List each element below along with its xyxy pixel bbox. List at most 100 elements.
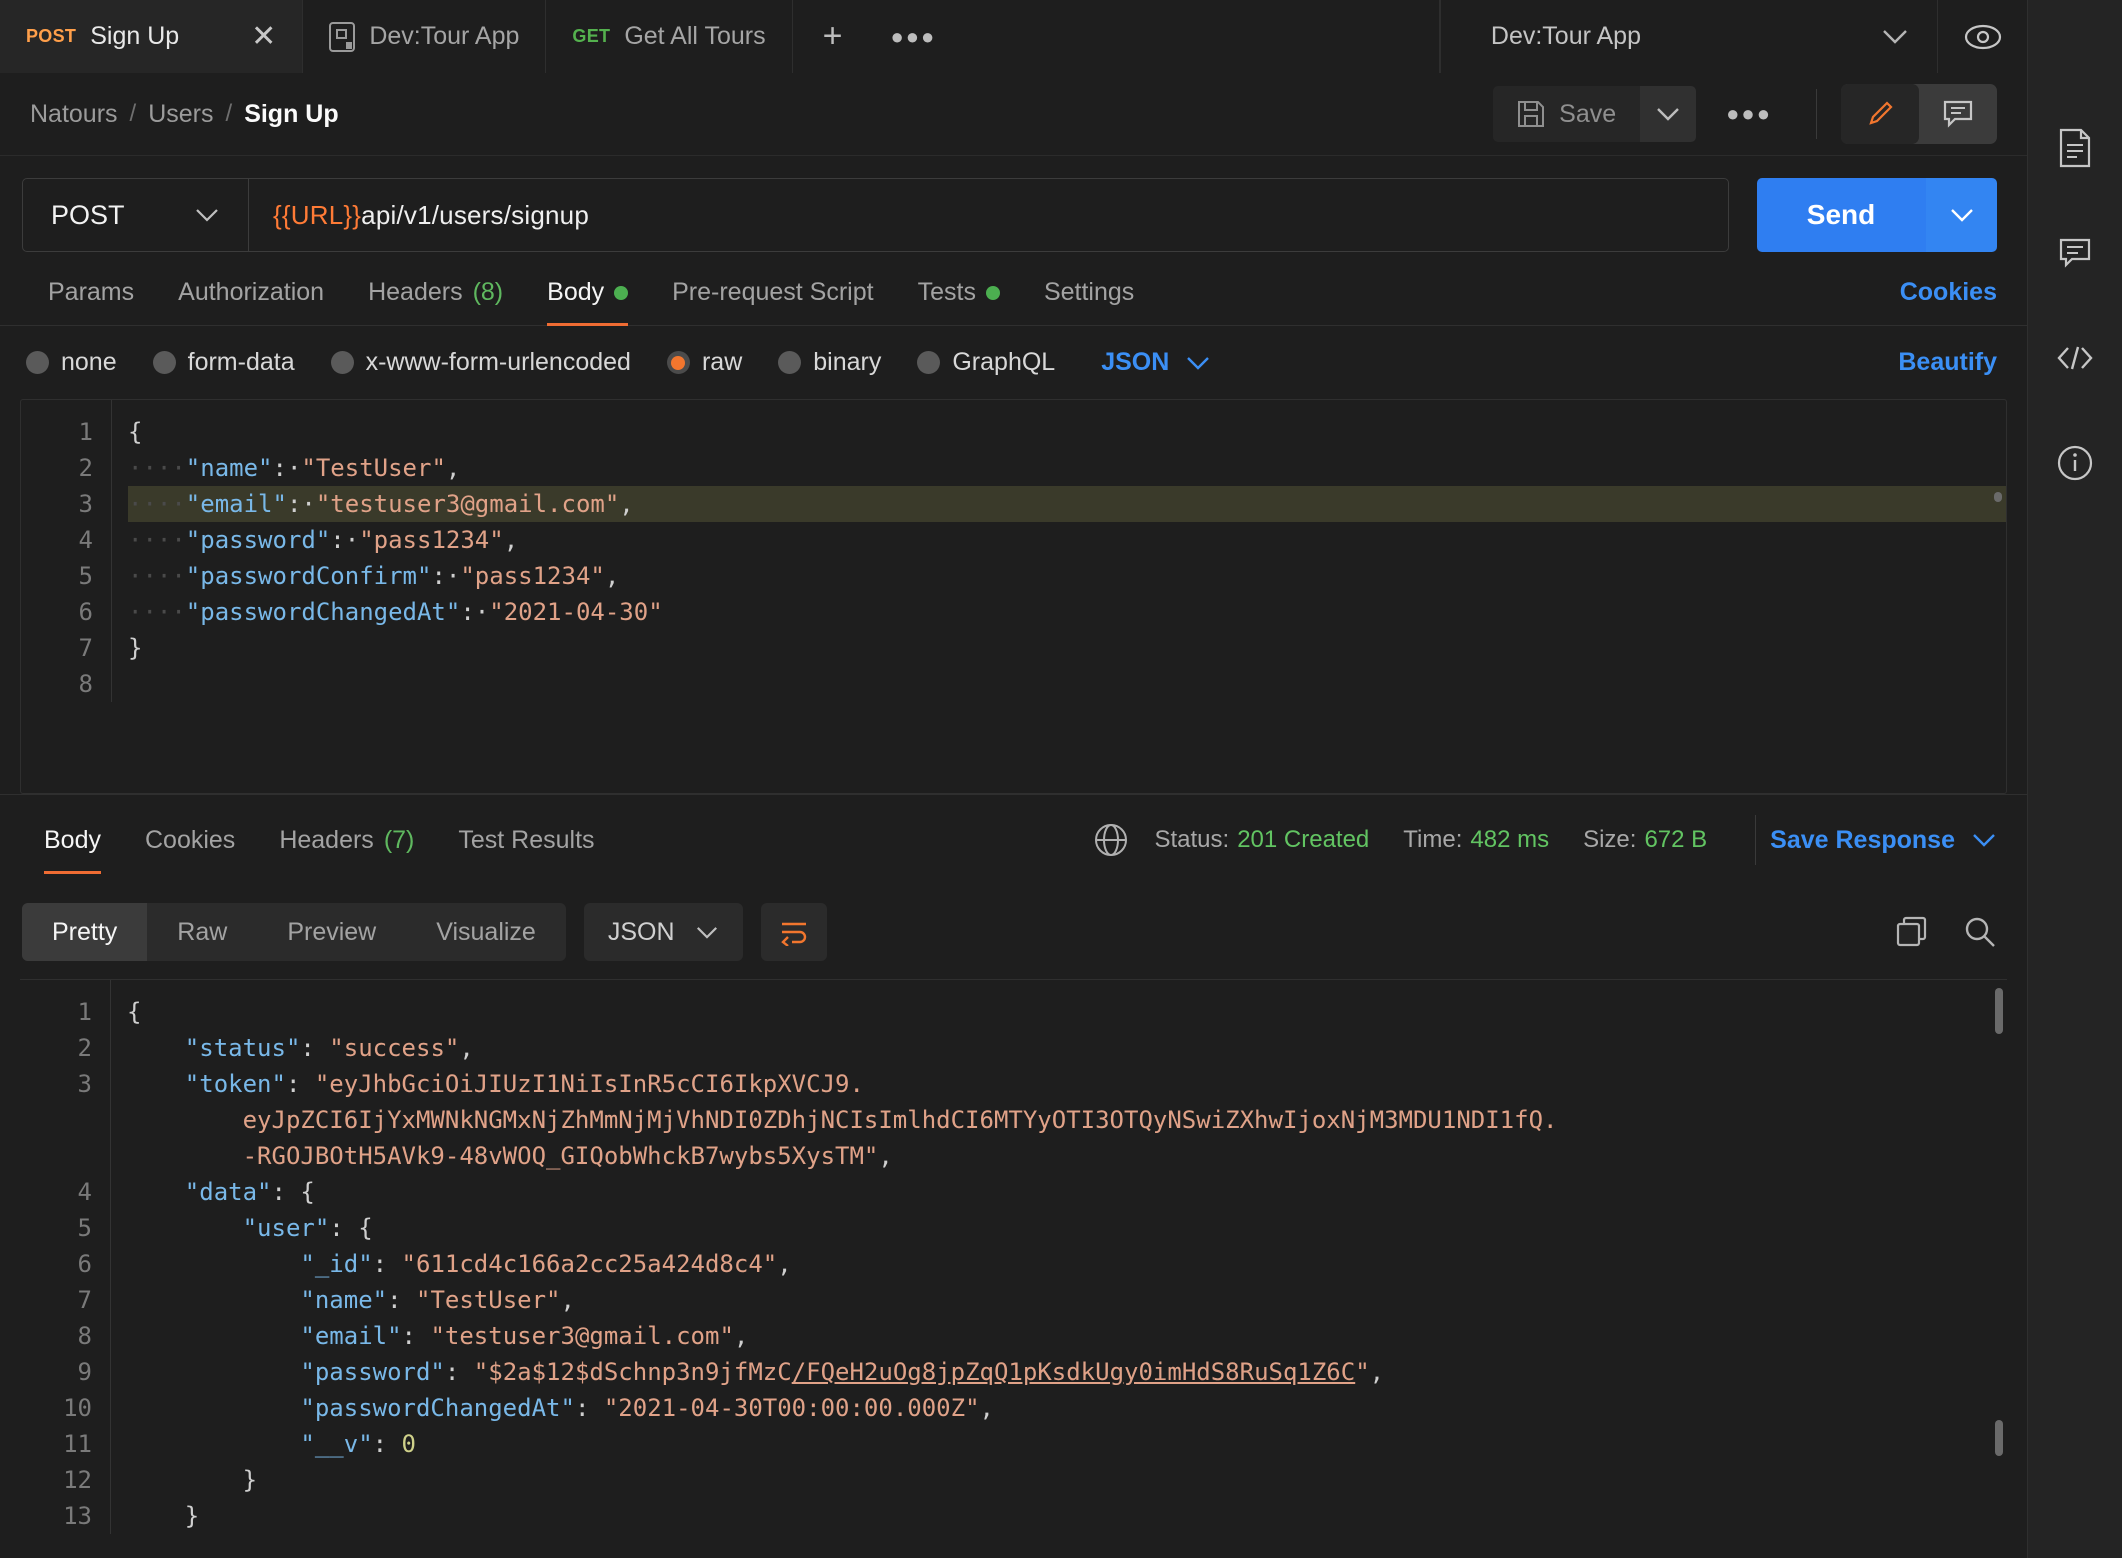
code-token: "data" [184, 1178, 272, 1206]
breadcrumb-folder[interactable]: Users [148, 100, 213, 129]
response-code-lines[interactable]: { "status": "success", "token": "eyJhbGc… [110, 980, 2007, 1534]
copy-icon[interactable] [1895, 915, 1929, 949]
response-body-editor[interactable]: 1 2 3 4 5 6 7 8 9 10 11 12 13 { "status": "success",… [20, 979, 2007, 1558]
request-more-button[interactable]: ●●● [1696, 101, 1802, 127]
info-icon [2056, 444, 2094, 482]
send-options-button[interactable] [1925, 178, 1997, 252]
body-type-binary[interactable]: binary [778, 348, 881, 377]
code-line[interactable]: "_id": "611cd4c166a2cc25a424d8c4", [127, 1246, 2007, 1282]
send-button[interactable]: Send [1757, 178, 1925, 252]
code-line[interactable]: } [127, 1498, 2007, 1534]
code-line[interactable]: ····"name":·"TestUser", [128, 450, 2006, 486]
request-tab-dev-tour-app[interactable]: Dev:Tour App [303, 0, 547, 73]
sidebar-code-button[interactable] [2028, 305, 2122, 410]
code-line[interactable]: "__v": 0 [127, 1426, 2007, 1462]
code-line[interactable]: "passwordChangedAt": "2021-04-30T00:00:0… [127, 1390, 2007, 1426]
code-line[interactable]: ····"passwordConfirm":·"pass1234", [128, 558, 2006, 594]
code-line[interactable]: { [127, 994, 2007, 1030]
environment-quick-look-button[interactable] [1937, 0, 2027, 73]
save-response-button[interactable]: Save Response [1770, 826, 1997, 855]
code-line[interactable]: "user": { [127, 1210, 2007, 1246]
response-tab-body[interactable]: Body [22, 826, 123, 874]
code-line[interactable]: ····"email":·"testuser3@gmail.com", [128, 486, 2006, 522]
cookies-link[interactable]: Cookies [1900, 278, 1997, 325]
view-mode-visualize[interactable]: Visualize [406, 903, 566, 961]
response-editor-scrollbar-bottom[interactable] [1995, 1420, 2003, 1456]
time-label: Time: [1403, 826, 1463, 853]
code-line[interactable]: ····"password":·"pass1234", [128, 522, 2006, 558]
tab-params[interactable]: Params [26, 278, 156, 325]
url-group: POST {{URL}} api/v1/users/signup [22, 178, 1729, 252]
sidebar-documentation-button[interactable] [2028, 95, 2122, 200]
code-line[interactable]: ····"passwordChangedAt":·"2021-04-30" [128, 594, 2006, 630]
code-line[interactable]: "email": "testuser3@gmail.com", [127, 1318, 2007, 1354]
tab-pre-request-script[interactable]: Pre-request Script [650, 278, 895, 325]
modified-dot-icon [614, 285, 629, 300]
code-line[interactable]: "token": "eyJhbGciOiJIUzI1NiIsInR5cCI6Ik… [127, 1066, 2007, 1102]
url-input[interactable]: {{URL}} api/v1/users/signup [249, 179, 1728, 251]
request-tab-sign-up[interactable]: POST Sign Up ✕ [0, 0, 304, 73]
response-code-area[interactable]: 1 2 3 4 5 6 7 8 9 10 11 12 13 { "status": "success",… [20, 980, 2007, 1534]
code-token: "pass1234" [460, 562, 605, 590]
request-tab-get-all-tours[interactable]: GET Get All Tours [546, 0, 793, 73]
response-tab-test-results[interactable]: Test Results [436, 826, 616, 873]
view-mode-preview[interactable]: Preview [257, 903, 406, 961]
request-code-area[interactable]: 12345678 {····"name":·"TestUser", ····"em… [21, 400, 2006, 702]
code-line[interactable]: "password": "$2a$12$dSchnp3n9jfMzC/FQeH2… [127, 1354, 2007, 1390]
tab-settings[interactable]: Settings [1022, 278, 1156, 325]
body-type-urlencoded[interactable]: x-www-form-urlencoded [330, 348, 631, 377]
tab-label: Test Results [458, 825, 595, 854]
tab-tests[interactable]: Tests [896, 278, 1022, 325]
edit-mode-button[interactable] [1841, 84, 1919, 144]
body-type-form-data[interactable]: form-data [152, 348, 295, 377]
code-line[interactable]: } [127, 1462, 2007, 1498]
response-format-select[interactable]: JSON [583, 903, 743, 961]
response-tab-headers[interactable]: Headers (7) [257, 826, 436, 873]
word-wrap-button[interactable] [760, 903, 827, 961]
code-line[interactable]: { [128, 414, 2006, 450]
code-line[interactable]: eyJpZCI6IjYxMWNkNGMxNjZhMmNjMjVhNDI0ZDhj… [127, 1102, 2007, 1138]
tab-headers[interactable]: Headers (8) [346, 278, 525, 325]
code-token: , [445, 454, 461, 482]
code-token: : [372, 1430, 402, 1458]
body-type-graphql[interactable]: GraphQL [917, 348, 1055, 377]
beautify-button[interactable]: Beautify [1898, 348, 1997, 377]
request-editor-scrollbar[interactable] [1994, 492, 2002, 502]
comments-mode-button[interactable] [1919, 84, 1997, 144]
response-view-toolbar: Pretty Raw Preview Visualize JSON [0, 883, 2027, 979]
save-options-button[interactable] [1640, 86, 1697, 142]
sidebar-comments-button[interactable] [2028, 200, 2122, 305]
request-body-editor[interactable]: 12345678 {····"name":·"TestUser", ····"em… [20, 399, 2007, 794]
sidebar-info-button[interactable] [2028, 410, 2122, 515]
code-line[interactable]: "name": "TestUser", [127, 1282, 2007, 1318]
code-token: "pass1234" [359, 526, 504, 554]
code-line[interactable]: -RGOJBOtH5AVk9-48vWOQ_GIQobWhckB7wybs5Xy… [127, 1138, 2007, 1174]
code-token: , [733, 1322, 749, 1350]
tab-authorization[interactable]: Authorization [156, 278, 346, 325]
response-view-modes: Pretty Raw Preview Visualize [22, 903, 566, 961]
code-line[interactable]: "data": { [127, 1174, 2007, 1210]
view-mode-raw[interactable]: Raw [147, 903, 257, 961]
breadcrumb-collection[interactable]: Natours [30, 100, 118, 129]
environment-selector[interactable]: Dev:Tour App [1439, 0, 1937, 73]
code-line[interactable] [128, 666, 2006, 702]
view-mode-pretty[interactable]: Pretty [22, 903, 148, 961]
code-line[interactable]: } [128, 630, 2006, 666]
response-tab-cookies[interactable]: Cookies [123, 826, 257, 873]
save-button[interactable]: Save [1493, 86, 1641, 142]
http-method-select[interactable]: POST [23, 179, 249, 251]
new-tab-button[interactable]: + [793, 0, 873, 73]
tab-more-button[interactable]: ●●● [872, 0, 954, 73]
code-line[interactable]: "status": "success", [127, 1030, 2007, 1066]
tab-body[interactable]: Body [525, 278, 650, 326]
search-icon[interactable] [1963, 915, 1997, 949]
code-token: "password" [185, 526, 331, 554]
close-icon[interactable]: ✕ [251, 21, 276, 52]
body-type-raw[interactable]: raw [666, 348, 742, 377]
body-type-none[interactable]: none [26, 348, 117, 377]
request-code-lines[interactable]: {····"name":·"TestUser", ····"email":·"te… [111, 400, 2006, 702]
response-editor-scrollbar[interactable] [1995, 988, 2003, 1034]
body-format-select[interactable]: JSON [1101, 348, 1211, 377]
